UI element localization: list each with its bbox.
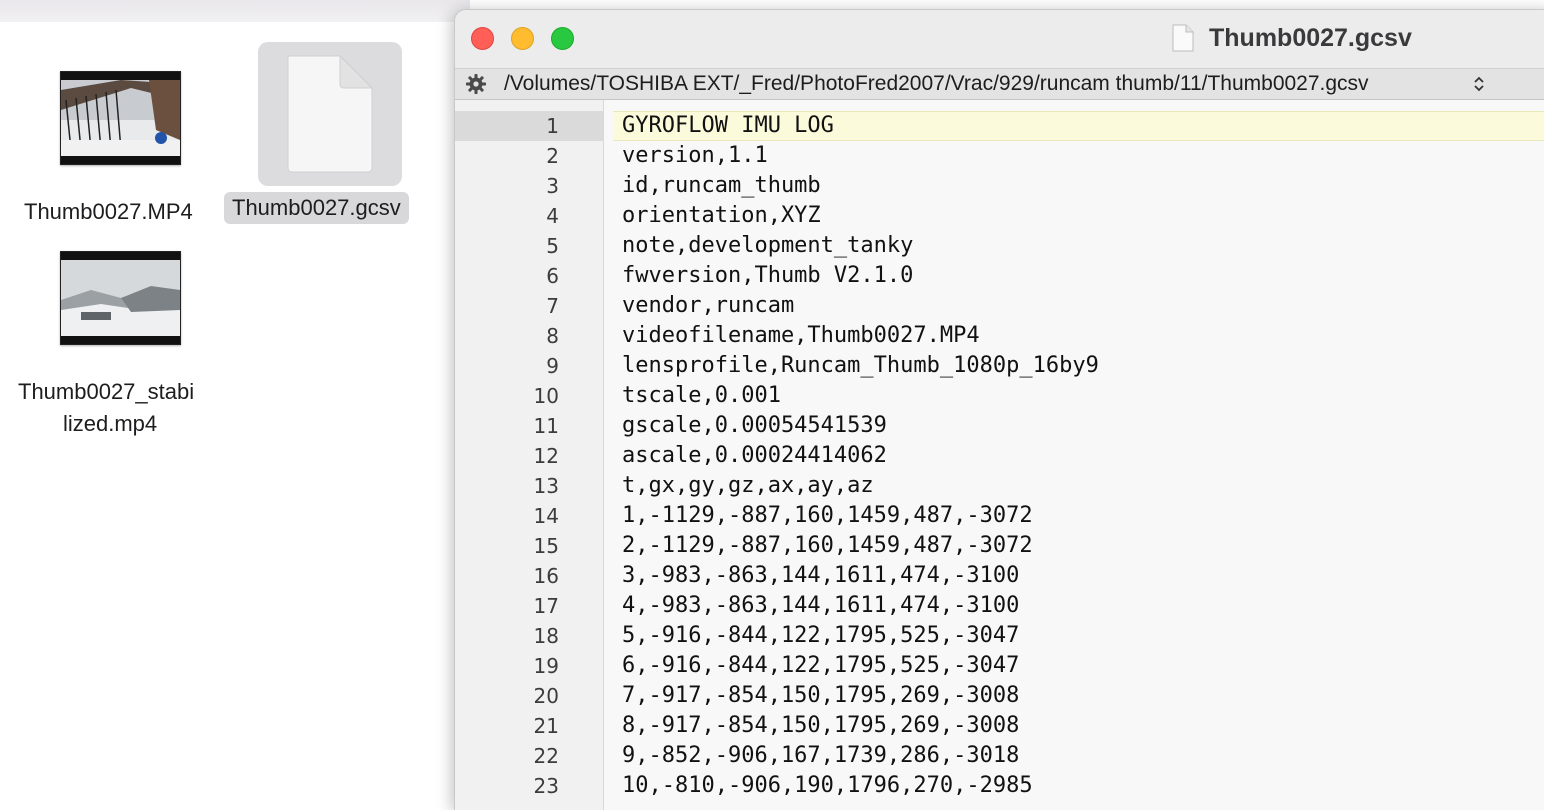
document-icon xyxy=(287,54,374,173)
code-line[interactable]: t,gx,gy,gz,ax,ay,az xyxy=(622,471,874,501)
video-frame-image xyxy=(61,80,180,156)
window-title: Thumb0027.gcsv xyxy=(1209,24,1412,52)
line-number: 18 xyxy=(533,624,559,648)
video-frame-image xyxy=(61,260,180,336)
line-number: 14 xyxy=(533,504,559,528)
code-line[interactable]: ascale,0.00024414062 xyxy=(622,441,887,471)
line-number: 7 xyxy=(546,294,559,318)
code-line[interactable]: id,runcam_thumb xyxy=(622,171,821,201)
line-number: 15 xyxy=(533,534,559,558)
line-number: 3 xyxy=(546,174,559,198)
code-line[interactable]: 7,-917,-854,150,1795,269,-3008 xyxy=(622,681,1019,711)
code-line[interactable]: fwversion,Thumb V2.1.0 xyxy=(622,261,913,291)
line-number: 22 xyxy=(533,744,559,768)
line-number: 11 xyxy=(533,414,559,438)
file-path[interactable]: /Volumes/TOSHIBA EXT/_Fred/PhotoFred2007… xyxy=(504,71,1369,97)
code-line[interactable]: orientation,XYZ xyxy=(622,201,821,231)
code-line[interactable]: 6,-916,-844,122,1795,525,-3047 xyxy=(622,651,1019,681)
line-number: 16 xyxy=(533,564,559,588)
code-line[interactable]: version,1.1 xyxy=(622,141,768,171)
line-number: 23 xyxy=(533,774,559,798)
gear-icon[interactable] xyxy=(465,73,487,95)
code-line[interactable]: 1,-1129,-887,160,1459,487,-3072 xyxy=(622,501,1033,531)
line-number: 17 xyxy=(533,594,559,618)
line-number: 13 xyxy=(533,474,559,498)
title-bar[interactable]: Thumb0027.gcsv xyxy=(455,10,1544,68)
line-number: 20 xyxy=(533,684,559,708)
file-label-stabilized-line1[interactable]: Thumb0027_stabi xyxy=(18,376,194,408)
line-number: 21 xyxy=(533,714,559,738)
code-line[interactable]: 8,-917,-854,150,1795,269,-3008 xyxy=(622,711,1019,741)
minimize-button[interactable] xyxy=(511,27,534,50)
line-number: 5 xyxy=(546,234,559,258)
code-line[interactable]: 4,-983,-863,144,1611,474,-3100 xyxy=(622,591,1019,621)
line-number: 6 xyxy=(546,264,559,288)
maximize-button[interactable] xyxy=(551,27,574,50)
editor-window: Thumb0027.gcsv /Volumes/TOSHIBA EXT/_Fre… xyxy=(454,9,1544,810)
line-number: 9 xyxy=(546,354,559,378)
line-number: 19 xyxy=(533,654,559,678)
file-label-gcsv[interactable]: Thumb0027.gcsv xyxy=(224,192,409,224)
document-icon[interactable] xyxy=(1171,24,1195,52)
code-line[interactable]: 10,-810,-906,190,1796,270,-2985 xyxy=(622,771,1033,801)
code-line[interactable]: note,development_tanky xyxy=(622,231,913,261)
file-label-stabilized-line2[interactable]: lized.mp4 xyxy=(63,408,157,440)
line-number: 12 xyxy=(533,444,559,468)
text-editor[interactable]: GYROFLOW IMU LOG version,1.1 id,runcam_thu… xyxy=(604,100,1544,810)
video-thumbnail-mp4[interactable] xyxy=(60,71,181,165)
line-number: 1 xyxy=(546,114,559,138)
code-line[interactable]: gscale,0.00054541539 xyxy=(622,411,887,441)
code-line[interactable]: GYROFLOW IMU LOG xyxy=(622,111,834,141)
desktop: Thumb0027.MP4 Thumb0027.gcsv Thumb0027_s… xyxy=(0,0,470,790)
line-number: 10 xyxy=(533,384,559,408)
line-number: 2 xyxy=(546,144,559,168)
video-thumbnail-stabilized[interactable] xyxy=(60,251,181,345)
file-label-mp4[interactable]: Thumb0027.MP4 xyxy=(24,196,193,228)
close-button[interactable] xyxy=(471,27,494,50)
chevron-updown-icon[interactable] xyxy=(1472,73,1486,95)
code-line[interactable]: vendor,runcam xyxy=(622,291,794,321)
gcsv-icon-selection[interactable] xyxy=(258,42,402,186)
line-number: 4 xyxy=(546,204,559,228)
code-line[interactable]: 2,-1129,-887,160,1459,487,-3072 xyxy=(622,531,1033,561)
desktop-top-strip xyxy=(0,0,470,22)
code-line[interactable]: tscale,0.001 xyxy=(622,381,781,411)
code-line[interactable]: 9,-852,-906,167,1739,286,-3018 xyxy=(622,741,1019,771)
code-line[interactable]: videofilename,Thumb0027.MP4 xyxy=(622,321,980,351)
path-bar[interactable]: /Volumes/TOSHIBA EXT/_Fred/PhotoFred2007… xyxy=(455,68,1544,100)
code-line[interactable]: 5,-916,-844,122,1795,525,-3047 xyxy=(622,621,1019,651)
line-number: 8 xyxy=(546,324,559,348)
line-number-gutter: 1 2 3 4 5 6 7 8 9 10 11 12 13 14 15 16 17 18 19 20 21 22 23 xyxy=(455,100,604,810)
code-line[interactable]: 3,-983,-863,144,1611,474,-3100 xyxy=(622,561,1019,591)
code-line[interactable]: lensprofile,Runcam_Thumb_1080p_16by9 xyxy=(622,351,1099,381)
